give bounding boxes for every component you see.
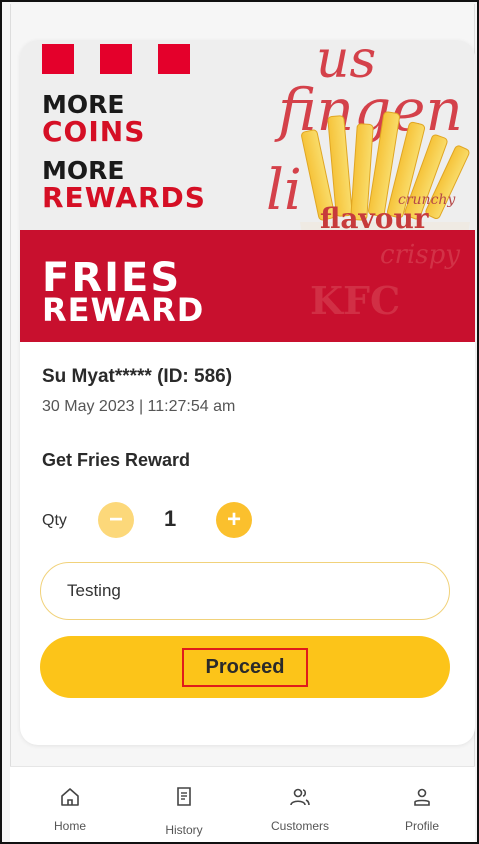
banner-script-crunchy: crunchy	[398, 192, 456, 208]
banner-stripe	[100, 44, 132, 74]
banner-script-crispy: crispy	[380, 240, 460, 270]
nav-item-customers[interactable]: Customers	[250, 767, 350, 842]
nav-item-home[interactable]: Home	[20, 767, 120, 842]
minus-icon: −	[108, 506, 123, 533]
nav-label-profile: Profile	[404, 819, 439, 833]
nav-label-customers: Customers	[270, 819, 329, 833]
qty-value: 1	[164, 506, 177, 531]
reward-datetime: 30 May 2023 | 11:27:54 am	[42, 398, 236, 415]
qty-increment-button[interactable]: +	[216, 502, 252, 538]
customers-icon	[290, 788, 310, 806]
banner-rewards: REWARDS	[42, 181, 206, 214]
plus-icon: +	[226, 506, 241, 533]
fries-reward-banner: us fingen li MORE COINS MORE REWARDS fla…	[20, 40, 475, 342]
nav-label-home: Home	[53, 819, 86, 833]
customer-name: Su Myat***** (ID: 586)	[42, 366, 233, 387]
app-frame: us fingen li MORE COINS MORE REWARDS fla…	[0, 0, 479, 844]
nav-label-history: History	[165, 823, 203, 837]
proceed-button[interactable]: Proceed	[40, 636, 450, 698]
profile-icon	[414, 788, 430, 806]
section-title: Get Fries Reward	[42, 450, 191, 470]
nav-item-history[interactable]: History	[134, 767, 234, 842]
banner-script-kfc: KFC	[310, 278, 401, 323]
banner-more-2: MORE	[42, 156, 125, 185]
receipt-icon	[177, 787, 191, 806]
nav-item-profile[interactable]: Profile	[372, 767, 472, 842]
note-input[interactable]	[40, 562, 450, 620]
banner-coins: COINS	[42, 115, 146, 148]
banner-reward-title: REWARD	[42, 291, 205, 329]
banner-stripe	[158, 44, 190, 74]
banner-more-1: MORE	[42, 90, 125, 119]
qty-label: Qty	[42, 512, 67, 529]
qty-decrement-button[interactable]: −	[98, 502, 134, 538]
reward-card: us fingen li MORE COINS MORE REWARDS fla…	[20, 40, 475, 745]
home-icon	[61, 788, 79, 806]
proceed-button-label: Proceed	[181, 647, 309, 687]
banner-stripe	[42, 44, 74, 74]
bottom-nav: Home History Customers Profile	[10, 766, 475, 842]
